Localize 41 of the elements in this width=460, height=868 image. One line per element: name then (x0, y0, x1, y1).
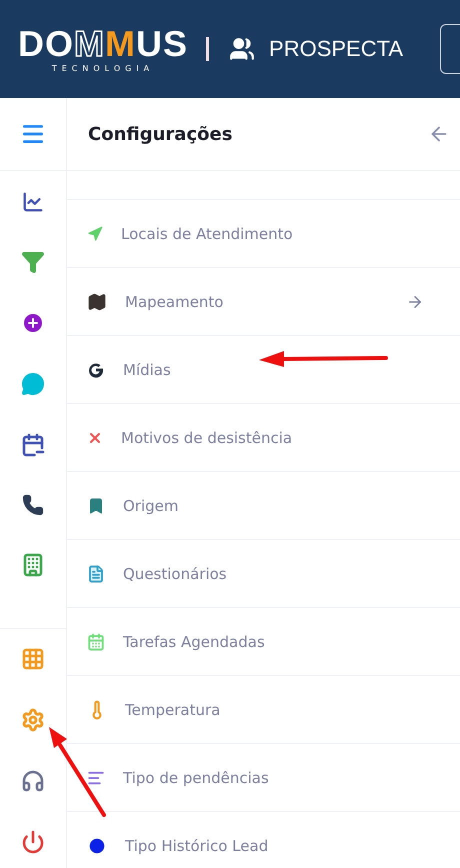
settings-item-label: Mapeamento (125, 292, 224, 310)
settings-item[interactable]: Tipo de pendências (67, 744, 460, 812)
power-icon[interactable] (21, 830, 45, 854)
settings-item[interactable]: Origem (67, 472, 460, 540)
google-icon (87, 360, 105, 378)
settings-item[interactable]: Mapeamento (67, 268, 460, 336)
bookmark-icon (87, 496, 105, 514)
filter-icon[interactable] (21, 250, 45, 274)
panel-title: Configurações (88, 124, 234, 144)
settings-item-label: Tipo de pendências (123, 768, 270, 786)
settings-item-label: Origem (123, 496, 180, 514)
grid-icon[interactable] (21, 647, 45, 671)
logo: DOMMUS (18, 26, 188, 62)
settings-item[interactable]: Locais de Atendimento (67, 200, 460, 268)
users-icon (229, 36, 256, 62)
calendar-icon[interactable] (21, 433, 45, 457)
settings-item-label: Tipo Histórico Lead (125, 836, 270, 854)
settings-item[interactable]: Motivos de desistência (67, 404, 460, 472)
calendar-icon (87, 632, 105, 650)
settings-item-label: Temperatura (125, 700, 222, 718)
chart-icon[interactable] (22, 191, 44, 213)
settings-item-label: Motivos de desistência (121, 428, 294, 446)
phone-icon[interactable] (22, 494, 44, 516)
settings-item[interactable]: Questionários (67, 540, 460, 608)
add-icon[interactable] (21, 311, 45, 335)
settings-item-label: Tarefas Agendadas (123, 632, 266, 650)
logo-subtitle: TECNOLOGIA (52, 64, 154, 72)
building-icon[interactable] (21, 553, 45, 577)
settings-item-label: Questionários (123, 564, 228, 582)
navigation-icon (87, 226, 103, 242)
chat-icon[interactable] (21, 372, 45, 396)
settings-item-label: Mídias (123, 360, 172, 378)
settings-item-label: Locais de Atendimento (121, 224, 294, 242)
map-icon (87, 292, 107, 312)
headset-icon[interactable] (21, 769, 45, 793)
settings-icon[interactable] (21, 708, 45, 732)
module-name: PROSPECTA (269, 36, 404, 62)
settings-item[interactable]: Tarefas Agendadas (67, 608, 460, 676)
settings-item[interactable]: Temperatura (67, 676, 460, 744)
settings-item[interactable]: Tipo Histórico Lead (67, 812, 460, 868)
document-icon (87, 564, 105, 582)
